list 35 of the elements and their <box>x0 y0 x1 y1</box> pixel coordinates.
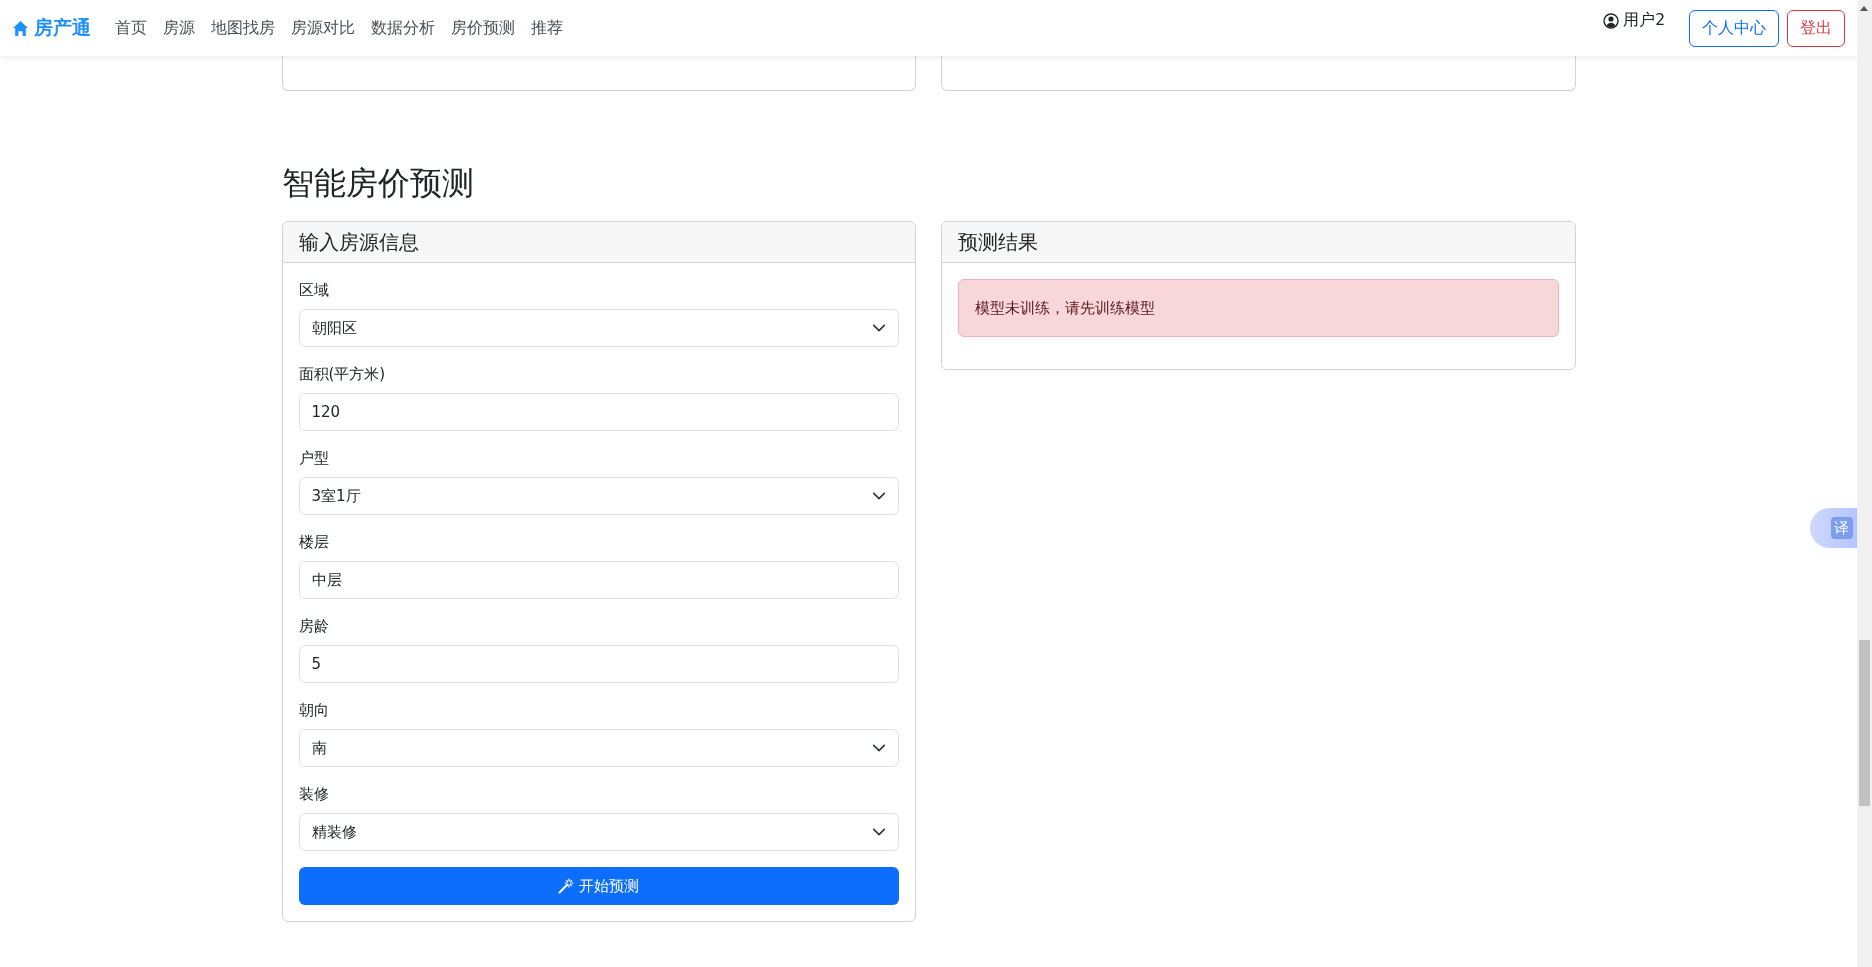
scrollbar-thumb[interactable] <box>1859 640 1870 806</box>
field-label: 楼层 <box>298 532 330 553</box>
input-field[interactable]: 5 <box>298 645 899 683</box>
field-label: 房龄 <box>298 616 330 637</box>
nav-link[interactable]: 房源对比 <box>291 17 355 39</box>
user-icon <box>1603 13 1620 29</box>
page-heading: 智能房价预测 <box>281 163 475 203</box>
username: 用户2 <box>1623 10 1665 31</box>
house-icon <box>12 19 29 37</box>
magic-wand-icon <box>558 878 575 894</box>
nav-button[interactable]: 个人中心 <box>1689 9 1779 47</box>
nav-link[interactable]: 房源 <box>163 17 195 39</box>
field-label: 户型 <box>298 448 330 469</box>
card-header: 预测结果 <box>942 222 1575 263</box>
field-label: 面积(平方米) <box>298 364 387 385</box>
select-field[interactable]: 精装修 <box>298 813 899 851</box>
nav-link[interactable]: 推荐 <box>531 17 563 39</box>
nav-link[interactable]: 首页 <box>115 17 147 39</box>
select-field[interactable]: 南 <box>298 729 899 767</box>
predict-button[interactable]: 开始预测 <box>298 867 899 905</box>
input-field[interactable]: 中层 <box>298 561 899 599</box>
nav-button[interactable]: 登出 <box>1787 9 1845 47</box>
field-label: 装修 <box>298 784 330 805</box>
select-field[interactable]: 朝阳区 <box>298 309 899 347</box>
error-alert: 模型未训练，请先训练模型 <box>958 279 1559 337</box>
input-field[interactable]: 120 <box>298 393 899 431</box>
field-label: 区域 <box>298 280 330 301</box>
nav-link[interactable]: 数据分析 <box>371 17 435 39</box>
nav-link[interactable]: 地图找房 <box>211 17 275 39</box>
nav-link[interactable]: 房价预测 <box>451 17 515 39</box>
scroll-up-icon <box>1860 5 1868 11</box>
select-field[interactable]: 3室1厅 <box>298 477 899 515</box>
field-label: 朝向 <box>298 700 330 721</box>
scrollbar[interactable] <box>1857 0 1872 967</box>
card-header: 输入房源信息 <box>282 222 915 263</box>
